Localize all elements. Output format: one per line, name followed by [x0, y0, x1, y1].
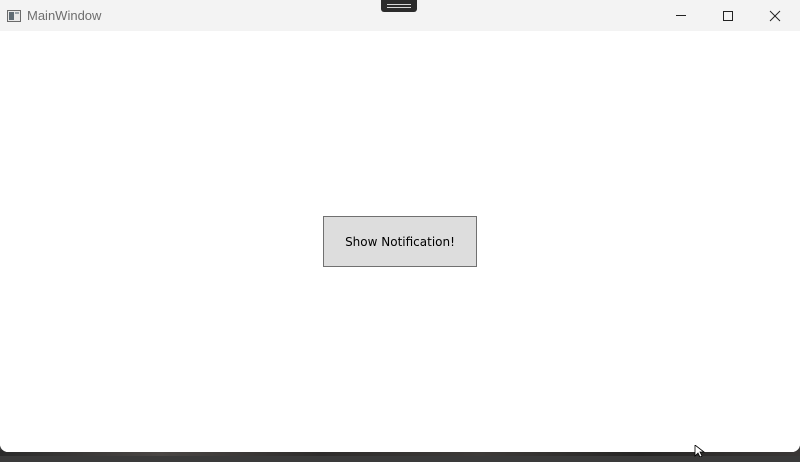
maximize-icon	[723, 11, 733, 21]
show-notification-button[interactable]: Show Notification!	[323, 216, 477, 267]
title-bar[interactable]: MainWindow	[0, 0, 800, 31]
close-button[interactable]	[752, 0, 798, 31]
snap-layout-handle[interactable]	[381, 0, 417, 12]
mouse-cursor-icon	[694, 444, 706, 458]
main-window: MainWindow Show Notification!	[0, 0, 800, 452]
close-icon	[769, 10, 781, 22]
minimize-button[interactable]	[658, 0, 704, 31]
minimize-icon	[676, 15, 686, 16]
window-title: MainWindow	[27, 8, 102, 23]
maximize-button[interactable]	[705, 0, 751, 31]
app-icon	[7, 9, 21, 22]
